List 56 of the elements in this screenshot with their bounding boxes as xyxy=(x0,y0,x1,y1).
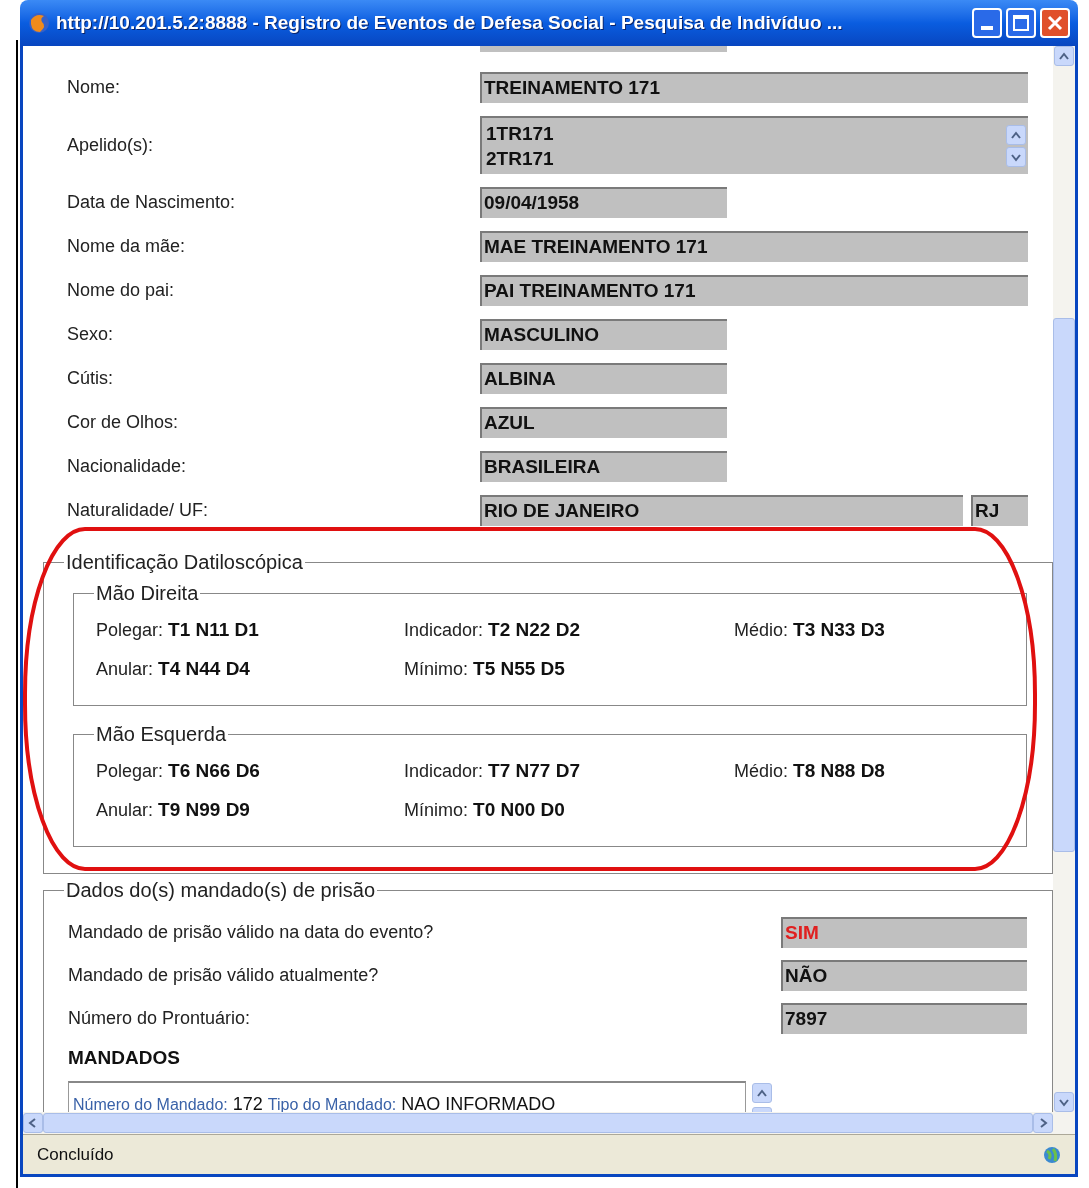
window-title: http://10.201.5.2:8888 - Registro de Eventos de Defesa Social - Pesquisa de Indivíduo ... xyxy=(56,10,844,35)
input-field[interactable]: PAI TREINAMENTO 171 xyxy=(480,275,1028,306)
field-label: Cor de Olhos: xyxy=(67,411,180,434)
status-text: Concluído xyxy=(37,1143,114,1166)
field-label: Nacionalidade: xyxy=(67,455,188,478)
field-label: Apelido(s): xyxy=(67,133,155,157)
input-field[interactable]: BRASILEIRA xyxy=(480,451,727,482)
scroll-left-button[interactable] xyxy=(23,1113,43,1133)
input-field[interactable]: RJ xyxy=(971,495,1028,526)
finger-code: Anular: T9 N99 D9 xyxy=(96,797,251,822)
input-field[interactable]: 7897 xyxy=(781,1003,1027,1034)
input-field[interactable]: MAE TREINAMENTO 171 xyxy=(480,231,1028,262)
maximize-button[interactable] xyxy=(1006,8,1036,38)
field-label: Nome: xyxy=(67,76,121,99)
field-label: Data de Nascimento: xyxy=(67,191,237,214)
text-area[interactable]: 1TR171 2TR171 xyxy=(480,116,1028,174)
field-label: Sexo: xyxy=(67,323,115,346)
input-field[interactable]: ALBINA xyxy=(480,363,727,394)
finger-code: Polegar: T1 N11 D1 xyxy=(96,618,260,642)
scroll-up-button[interactable] xyxy=(1006,125,1026,145)
field-label: Número do Prontuário: xyxy=(68,1007,251,1030)
scroll-right-button[interactable] xyxy=(1033,1113,1053,1133)
close-icon xyxy=(1047,15,1063,31)
list-heading: MANDADOS xyxy=(68,1046,181,1070)
warrant-list-item[interactable]: Número do Mandado: 172 Tipo do Mandado: NAO INFORMADO xyxy=(73,1090,741,1112)
finger-code: Indicador: T7 N77 D7 xyxy=(404,759,581,783)
scroll-up-button[interactable] xyxy=(752,1082,772,1103)
field-label: Naturalidade/ UF: xyxy=(67,499,210,522)
browser-logo-icon xyxy=(28,12,50,34)
input-field[interactable]: AZUL xyxy=(480,407,727,438)
scroll-down-button[interactable] xyxy=(1006,147,1026,167)
maximize-icon xyxy=(1013,15,1029,31)
finger-code: Polegar: T6 N66 D6 xyxy=(96,759,261,783)
input-field[interactable]: MASCULINO xyxy=(480,319,727,350)
finger-code: Mínimo: T0 N00 D0 xyxy=(404,797,566,822)
scroll-down-button[interactable] xyxy=(1054,1092,1074,1112)
close-button[interactable] xyxy=(1040,8,1070,38)
input-field[interactable]: 09/04/1958 xyxy=(480,187,727,218)
input-field[interactable]: NÃO xyxy=(781,960,1027,991)
finger-code: Médio: T8 N88 D8 xyxy=(734,759,886,783)
field-label: Nome do pai: xyxy=(67,279,176,302)
finger-code: Anular: T4 N44 D4 xyxy=(96,656,251,681)
minimize-button[interactable] xyxy=(972,8,1002,38)
finger-code: Indicador: T2 N22 D2 xyxy=(404,618,581,642)
finger-code: Mínimo: T5 N55 D5 xyxy=(404,656,566,681)
finger-code: Médio: T3 N33 D3 xyxy=(734,618,886,642)
field-label: Mandado de prisão válido atualmente? xyxy=(68,964,379,987)
field-label: Nome da mãe: xyxy=(67,235,187,258)
field-label: Mandado de prisão válido na data do evento? xyxy=(68,921,434,944)
scrollbar-thumb[interactable] xyxy=(1053,318,1075,852)
field-label: Cútis: xyxy=(67,367,114,390)
globe-icon xyxy=(1043,1145,1061,1164)
minimize-icon xyxy=(981,26,993,30)
scroll-up-button[interactable] xyxy=(1054,46,1074,66)
input-field[interactable]: RIO DE JANEIRO xyxy=(480,495,963,526)
input-field[interactable]: TREINAMENTO 171 xyxy=(480,72,1028,103)
